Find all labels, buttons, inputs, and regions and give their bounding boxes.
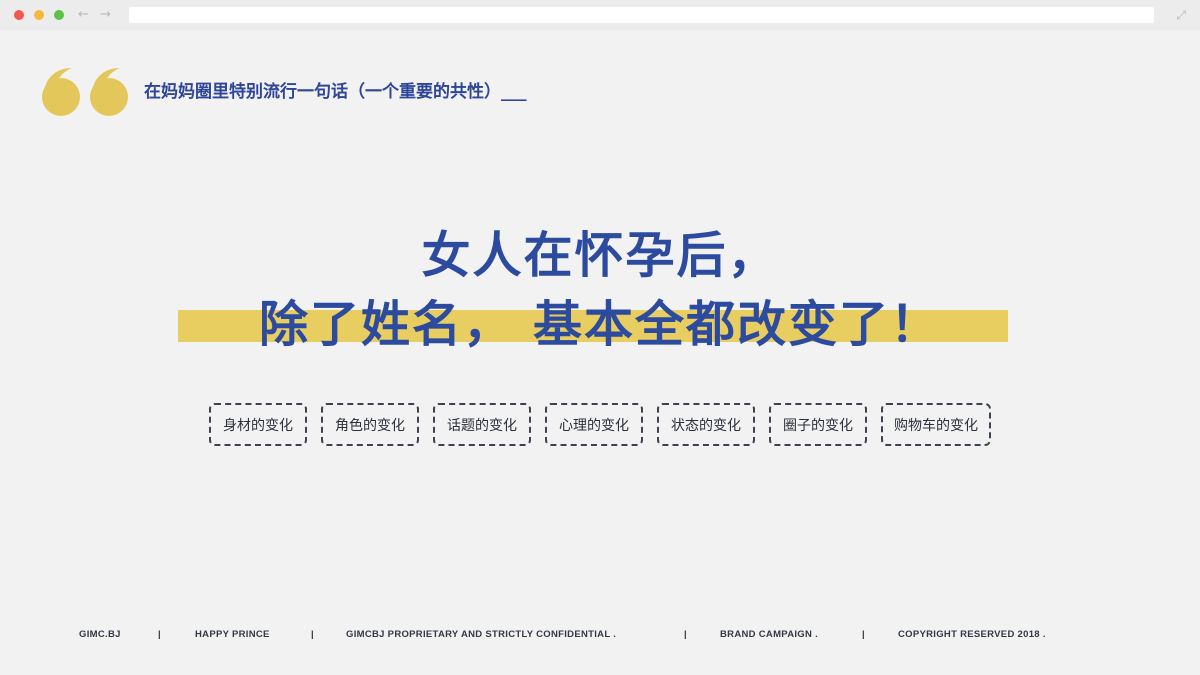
footer-separator: | <box>311 629 314 640</box>
footer-confidential: GIMCBJ PROPRIETARY AND STRICTLY CONFIDEN… <box>346 629 617 640</box>
quote-mark-icon <box>42 68 80 116</box>
footer-separator: | <box>862 629 865 640</box>
minimize-dot-icon[interactable] <box>34 10 44 20</box>
address-bar[interactable] <box>129 7 1154 23</box>
maximize-dot-icon[interactable] <box>54 10 64 20</box>
footer-project: HAPPY PRINCE <box>195 629 270 640</box>
tag-mind-change: 心理的变化 <box>545 403 643 446</box>
expand-icon[interactable]: ⤢ <box>1176 6 1186 24</box>
back-arrow-icon[interactable]: ← <box>78 6 89 24</box>
change-tags: 身材的变化 角色的变化 话题的变化 心理的变化 状态的变化 圈子的变化 购物车的… <box>209 403 991 446</box>
footer-separator: | <box>158 629 161 640</box>
quote-heading: 在妈妈圈里特别流行一句话（一个重要的共性）___ <box>144 82 527 102</box>
tag-role-change: 角色的变化 <box>321 403 419 446</box>
footer: GIMC.BJ | HAPPY PRINCE | GIMCBJ PROPRIET… <box>0 628 1200 642</box>
tag-cart-change: 购物车的变化 <box>881 403 991 446</box>
tag-body-change: 身材的变化 <box>209 403 307 446</box>
footer-brand: GIMC.BJ <box>79 629 121 640</box>
footer-separator: | <box>684 629 687 640</box>
tag-topic-change: 话题的变化 <box>433 403 531 446</box>
tag-circle-change: 圈子的变化 <box>769 403 867 446</box>
close-dot-icon[interactable] <box>14 10 24 20</box>
headline-line-2: 除了姓名， 基本全都改变了！ <box>258 296 942 353</box>
tag-state-change: 状态的变化 <box>657 403 755 446</box>
headline-line-1: 女人在怀孕后， <box>421 227 779 284</box>
browser-toolbar: ← → ⤢ <box>0 0 1200 30</box>
footer-campaign: BRAND CAMPAIGN . <box>720 629 819 640</box>
quote-mark-icon <box>90 68 128 116</box>
footer-copyright: COPYRIGHT RESERVED 2018 . <box>898 629 1046 640</box>
forward-arrow-icon[interactable]: → <box>100 6 111 24</box>
